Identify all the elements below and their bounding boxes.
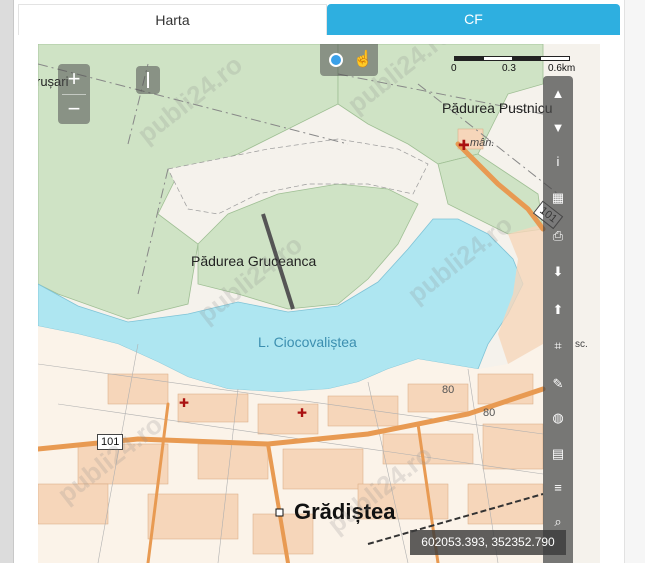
- label-town-gradistea: Grădiștea: [294, 499, 396, 524]
- label-road-80-b: 80: [483, 407, 496, 419]
- tab-bar: Harta CF: [18, 4, 620, 35]
- top-control-box: ☝: [320, 44, 378, 76]
- label-manastire: mân.: [470, 137, 495, 149]
- map-toolbar: ▲ ▼ i ▦ ⎙ ⬇ ⬆ ⌗ ✎ ◍ ▤ ≡ ⌕: [543, 76, 573, 563]
- map-viewport[interactable]: ✚ ✚ ✚ Pădurea Pustnicu Pădurea Gruceanca…: [38, 44, 600, 563]
- print-icon[interactable]: ⎙: [546, 224, 570, 248]
- tab-harta[interactable]: Harta: [18, 4, 327, 35]
- map-icon[interactable]: ▤: [546, 442, 570, 466]
- label-lake: L. Ciocovaliștea: [258, 334, 357, 350]
- svg-text:✚: ✚: [179, 396, 189, 410]
- right-gutter: [624, 0, 645, 563]
- zoom-in-button[interactable]: +: [58, 64, 90, 94]
- extent-icon: [147, 72, 149, 88]
- svg-text:✚: ✚: [297, 406, 307, 420]
- label-road-80-a: 80: [442, 384, 455, 396]
- elevation-profile-icon[interactable]: ▲: [546, 82, 570, 106]
- scale-bar-graphic: [454, 56, 570, 61]
- label-scoala: sc.: [575, 339, 588, 350]
- filter-icon[interactable]: ▼: [546, 116, 570, 140]
- download-icon[interactable]: ⬇: [546, 260, 570, 284]
- crop-icon[interactable]: ⌗: [546, 334, 570, 358]
- zoom-control: + −: [58, 64, 90, 124]
- measure-icon[interactable]: ✎: [546, 372, 570, 396]
- globe-icon[interactable]: ◍: [546, 406, 570, 430]
- scale-label-0-3: 0.3: [502, 63, 516, 74]
- zoom-out-button[interactable]: −: [58, 94, 90, 124]
- scale-segment: [512, 57, 541, 60]
- svg-text:✚: ✚: [458, 137, 470, 153]
- hand-pan-icon[interactable]: ☝: [353, 50, 373, 70]
- label-padurea-gruceanca: Pădurea Gruceanca: [191, 253, 317, 269]
- info-icon[interactable]: i: [546, 150, 570, 174]
- left-border: [0, 0, 14, 563]
- scale-segment: [455, 57, 484, 60]
- zoom-extent-button[interactable]: [136, 66, 160, 94]
- coordinate-readout: 602053.393, 352352.790: [410, 530, 566, 555]
- road-shield-101-west: 101: [97, 434, 124, 450]
- label-padurea-pustnicu: Pădurea Pustnicu: [442, 100, 553, 116]
- town-hall-marker: [275, 508, 284, 517]
- table-icon[interactable]: ▦: [546, 186, 570, 210]
- scale-label-0-6km: 0.6km: [548, 63, 576, 74]
- scale-label-0: 0: [451, 63, 457, 74]
- map-canvas: ✚ ✚ ✚: [38, 44, 600, 563]
- globe-icon[interactable]: [329, 53, 343, 67]
- menu-icon[interactable]: ≡: [546, 476, 570, 500]
- page: Harta CF ✚ ✚ ✚ Pădurea Pustnicu Pădurea …: [0, 0, 645, 563]
- tab-cf[interactable]: CF: [327, 4, 620, 35]
- upload-icon[interactable]: ⬆: [546, 298, 570, 322]
